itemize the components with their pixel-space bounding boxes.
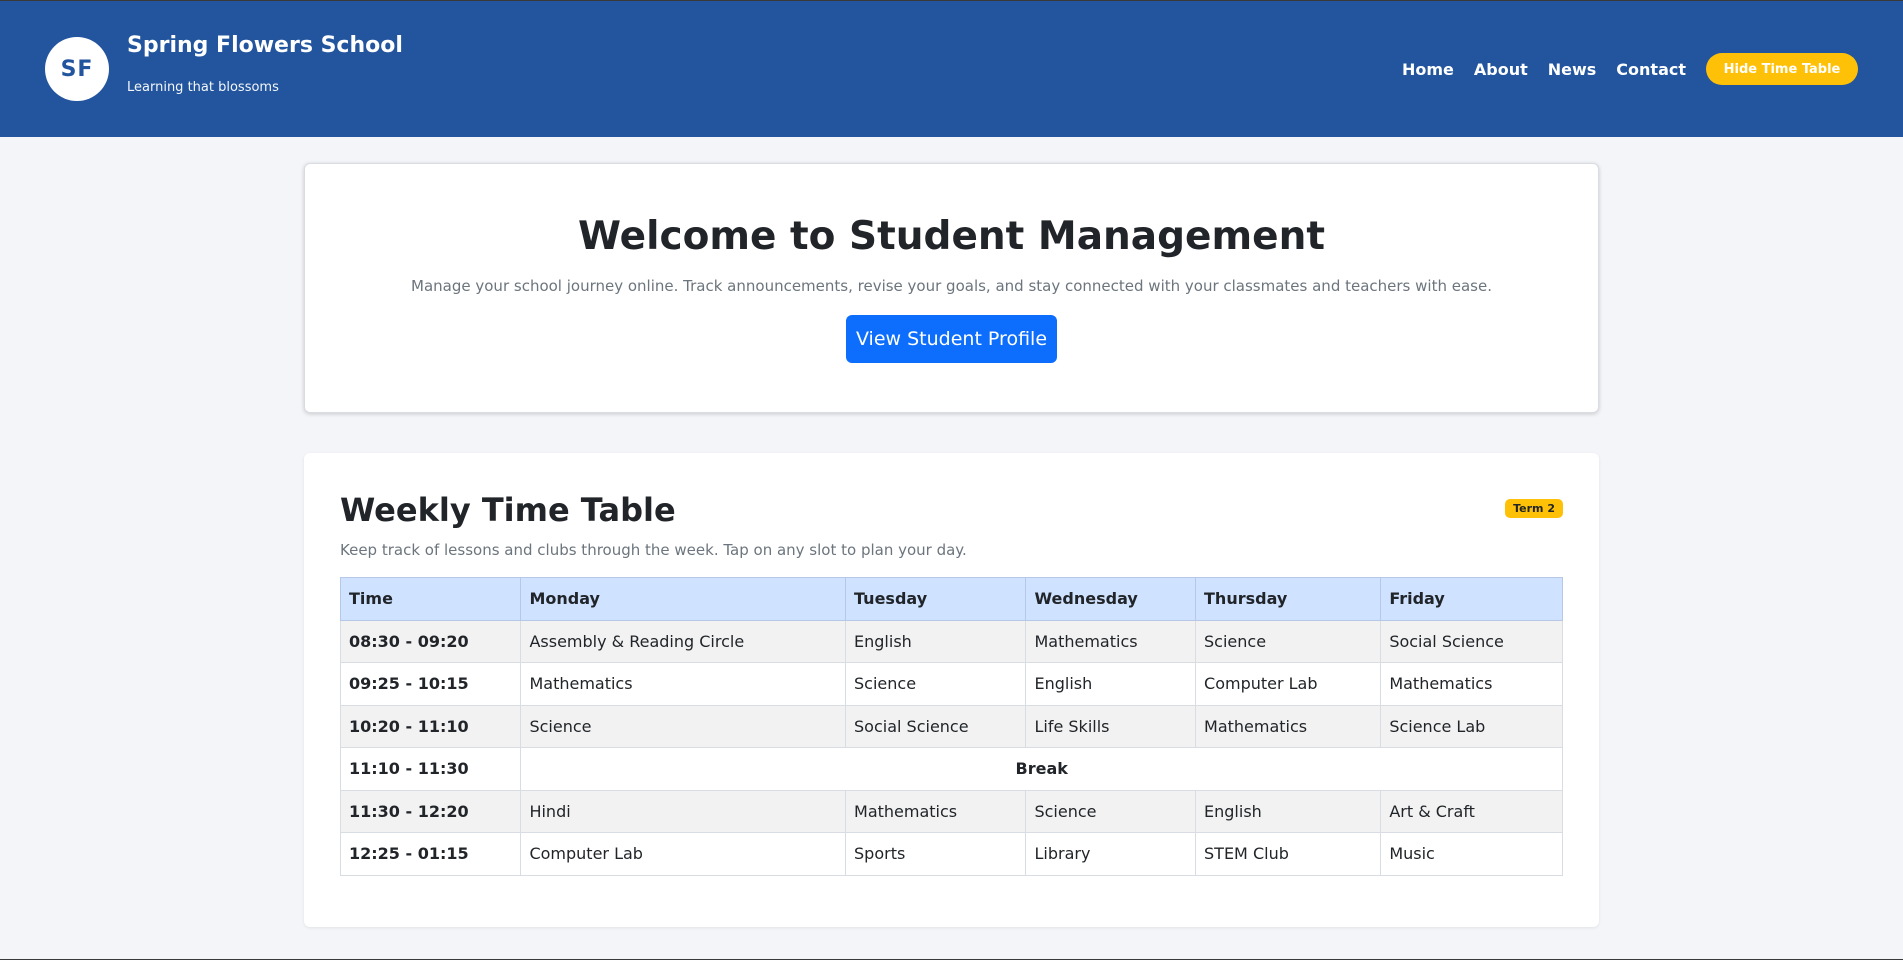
column-header-friday: Friday <box>1380 577 1563 621</box>
table-row: 09:25 - 10:15 Mathematics Science Englis… <box>339 662 1563 706</box>
table-row-break: 11:10 - 11:30 Break <box>339 747 1563 791</box>
break-slot: Break <box>520 747 1563 791</box>
view-student-profile-button[interactable]: View Student Profile <box>846 315 1057 363</box>
brand: SF Spring Flowers School Learning that b… <box>45 33 403 101</box>
nav-link-news[interactable]: News <box>1548 60 1597 79</box>
timetable-slot[interactable]: Hindi <box>520 789 847 833</box>
timetable-subtitle: Keep track of lessons and clubs through … <box>340 541 967 559</box>
timetable-slot[interactable]: English <box>1195 789 1382 833</box>
table-row: 10:20 - 11:10 Science Social Science Lif… <box>339 704 1563 748</box>
timetable-slot[interactable]: Mathematics <box>1195 704 1382 748</box>
school-logo[interactable]: SF <box>45 37 109 101</box>
timetable-slot[interactable]: Science <box>1025 789 1197 833</box>
timetable-slot[interactable]: Assembly & Reading Circle <box>520 619 847 663</box>
timetable-slot[interactable]: Social Science <box>1380 619 1563 663</box>
table-header-row: Time Monday Tuesday Wednesday Thursday F… <box>339 577 1563 621</box>
nav-link-about[interactable]: About <box>1474 60 1528 79</box>
table-row: 12:25 - 01:15 Computer Lab Sports Librar… <box>339 832 1563 876</box>
timetable-slot[interactable]: Science <box>1195 619 1382 663</box>
timetable-slot[interactable]: Science <box>520 704 847 748</box>
timetable-slot[interactable]: English <box>1025 662 1197 706</box>
time-slot: 12:25 - 01:15 <box>339 832 522 876</box>
timetable-slot[interactable]: Computer Lab <box>1195 662 1382 706</box>
time-slot: 09:25 - 10:15 <box>339 662 522 706</box>
timetable-slot[interactable]: Mathematics <box>1380 662 1563 706</box>
site-header: SF Spring Flowers School Learning that b… <box>0 1 1903 137</box>
timetable-slot[interactable]: English <box>845 619 1027 663</box>
timetable-header: Weekly Time Table Term 2 <box>340 491 1563 529</box>
timetable-slot[interactable]: Life Skills <box>1025 704 1197 748</box>
timetable-slot[interactable]: Mathematics <box>1025 619 1197 663</box>
timetable-slot[interactable]: Science Lab <box>1380 704 1563 748</box>
timetable-table: Time Monday Tuesday Wednesday Thursday F… <box>339 577 1563 876</box>
column-header-wednesday: Wednesday <box>1025 577 1197 621</box>
timetable-slot[interactable]: Science <box>845 662 1027 706</box>
timetable-slot[interactable]: Art & Craft <box>1380 789 1563 833</box>
timetable-slot[interactable]: Sports <box>845 832 1027 876</box>
time-slot: 08:30 - 09:20 <box>339 619 522 663</box>
column-header-tuesday: Tuesday <box>845 577 1027 621</box>
time-slot: 10:20 - 11:10 <box>339 704 522 748</box>
nav-link-home[interactable]: Home <box>1402 60 1454 79</box>
column-header-monday: Monday <box>520 577 847 621</box>
timetable-slot[interactable]: Mathematics <box>845 789 1027 833</box>
timetable-card: Weekly Time Table Term 2 Keep track of l… <box>304 453 1599 927</box>
time-slot: 11:30 - 12:20 <box>339 789 522 833</box>
column-header-thursday: Thursday <box>1195 577 1382 621</box>
main-content: Welcome to Student Management Manage you… <box>304 163 1599 927</box>
school-name: Spring Flowers School <box>127 33 403 59</box>
column-header-time: Time <box>339 577 522 621</box>
time-slot: 11:10 - 11:30 <box>339 747 522 791</box>
school-tagline: Learning that blossoms <box>127 79 279 95</box>
brand-text: Spring Flowers School Learning that blos… <box>127 33 403 94</box>
timetable-title: Weekly Time Table <box>340 491 676 529</box>
timetable-slot[interactable]: Social Science <box>845 704 1027 748</box>
timetable-slot[interactable]: Mathematics <box>520 662 847 706</box>
term-badge: Term 2 <box>1505 499 1563 518</box>
hide-timetable-button[interactable]: Hide Time Table <box>1706 53 1858 85</box>
table-row: 08:30 - 09:20 Assembly & Reading Circle … <box>339 619 1563 663</box>
timetable-slot[interactable]: Computer Lab <box>520 832 847 876</box>
timetable-slot[interactable]: STEM Club <box>1195 832 1382 876</box>
main-nav: Home About News Contact Hide Time Table <box>1382 53 1858 85</box>
timetable-slot[interactable]: Library <box>1025 832 1197 876</box>
welcome-title: Welcome to Student Management <box>578 214 1325 259</box>
nav-link-contact[interactable]: Contact <box>1616 60 1686 79</box>
welcome-description: Manage your school journey online. Track… <box>411 277 1492 295</box>
table-row: 11:30 - 12:20 Hindi Mathematics Science … <box>339 789 1563 833</box>
welcome-card: Welcome to Student Management Manage you… <box>304 163 1599 413</box>
timetable-slot[interactable]: Music <box>1380 832 1563 876</box>
